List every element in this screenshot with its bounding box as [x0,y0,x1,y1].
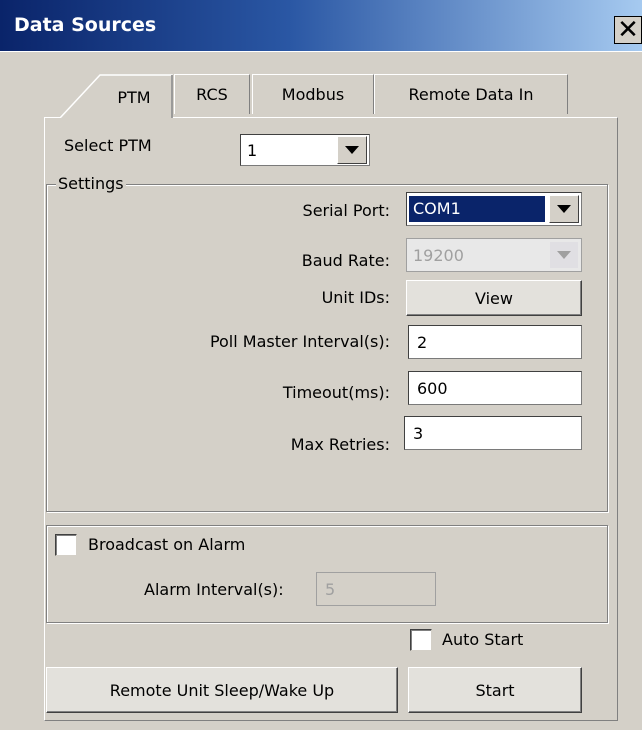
serial-port-value: COM1 [409,196,545,222]
tab-ptm-label: PTM [117,87,151,107]
view-button-label: View [475,288,513,308]
poll-master-interval-value: 2 [417,332,428,352]
window-title: Data Sources [14,14,157,36]
chevron-down-icon[interactable] [549,195,579,223]
timeout-label: Timeout(ms): [282,383,390,402]
serial-port-label: Serial Port: [302,201,390,220]
unit-ids-label: Unit IDs: [321,288,390,307]
auto-start-label: Auto Start [442,630,524,649]
baud-rate-label: Baud Rate: [301,251,390,270]
timeout-field[interactable]: 600 [408,371,582,405]
poll-master-interval-field[interactable]: 2 [408,325,582,359]
select-ptm-dropdown[interactable]: 1 [240,134,370,166]
broadcast-on-alarm-checkbox[interactable] [55,534,77,556]
select-ptm-value: 1 [247,140,258,160]
tab-modbus-label: Modbus [281,85,345,104]
close-icon: ✕ [617,15,639,45]
start-button[interactable]: Start [408,667,582,713]
alarm-interval-field: 5 [316,572,436,606]
chevron-down-icon[interactable] [337,136,367,164]
baud-rate-dropdown: 19200 [406,238,582,272]
max-retries-field[interactable]: 3 [404,416,582,450]
start-button-label: Start [475,680,515,700]
timeout-value: 600 [417,378,448,398]
view-unit-ids-button[interactable]: View [406,280,582,316]
remote-unit-sleep-wake-button[interactable]: Remote Unit Sleep/Wake Up [46,667,398,713]
max-retries-label: Max Retries: [290,435,390,454]
baud-rate-value: 19200 [413,245,464,265]
serial-port-dropdown[interactable]: COM1 [406,192,582,226]
tab-modbus[interactable]: Modbus [252,74,374,114]
chevron-down-icon [549,241,579,269]
tab-remote-data-in[interactable]: Remote Data In [374,74,568,114]
poll-master-interval-label: Poll Master Interval(s): [209,332,390,351]
select-ptm-label: Select PTM [64,136,152,155]
alarm-interval-value: 5 [325,579,336,599]
sleep-wake-button-label: Remote Unit Sleep/Wake Up [109,680,335,700]
tab-remote-data-in-label: Remote Data In [408,85,534,104]
broadcast-on-alarm-label: Broadcast on Alarm [88,535,246,554]
settings-legend: Settings [56,174,126,194]
tab-rcs[interactable]: RCS [174,74,250,114]
auto-start-checkbox[interactable] [410,629,432,651]
tab-ptm[interactable]: PTM [96,78,172,116]
alarm-interval-label: Alarm Interval(s): [144,580,284,599]
max-retries-value: 3 [413,423,424,443]
close-button[interactable]: ✕ [614,16,642,44]
tab-rcs-label: RCS [196,85,228,104]
